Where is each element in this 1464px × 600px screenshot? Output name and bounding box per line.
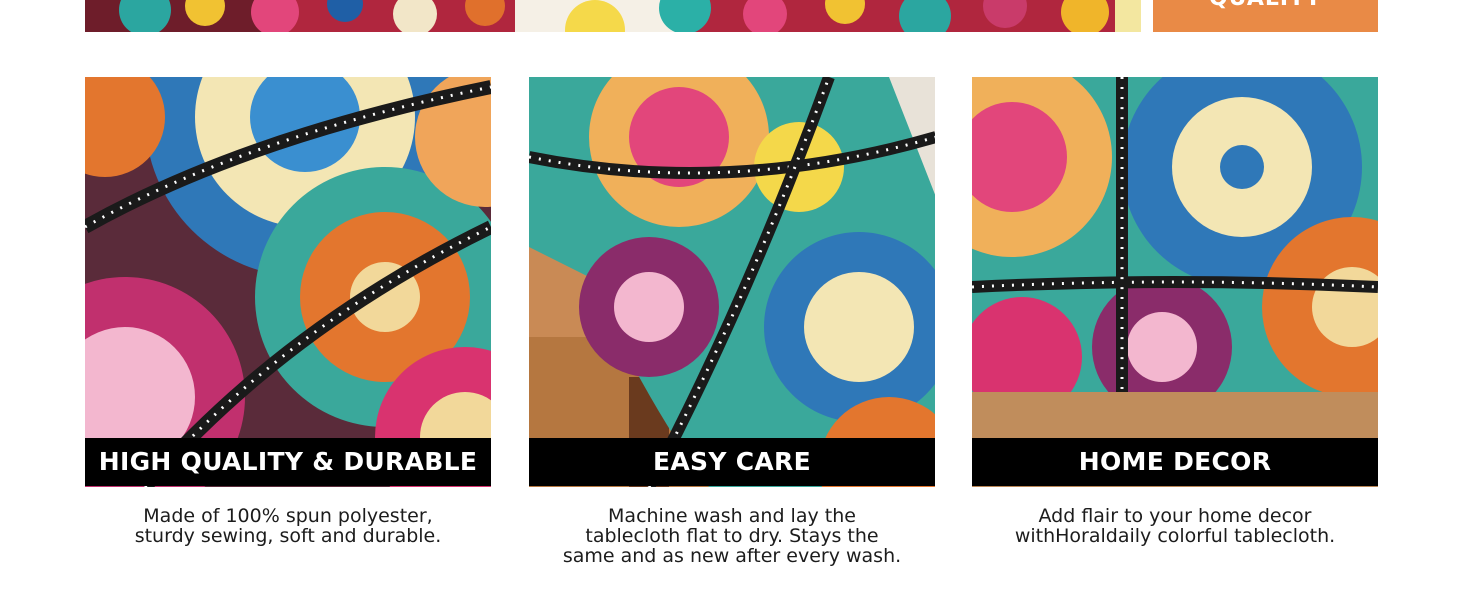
mandala-fabric-image xyxy=(85,77,491,487)
top-banner-image xyxy=(85,0,1141,32)
feature-description: Machine wash and lay the tablecloth flat… xyxy=(562,505,902,567)
feature-card-quality: HIGH QUALITY & DURABLE xyxy=(85,77,491,487)
tablecloth-closeup-image xyxy=(972,77,1378,487)
quality-badge: QUALITY xyxy=(1153,0,1378,32)
quality-badge-label: QUALITY xyxy=(1153,0,1378,11)
tablecloth-on-table-image xyxy=(529,77,935,487)
feature-description: Made of 100% spun polyester, sturdy sewi… xyxy=(134,505,442,547)
feature-title: HIGH QUALITY & DURABLE xyxy=(85,438,491,486)
feature-title: EASY CARE xyxy=(529,438,935,486)
feature-card-easy-care: EASY CARE xyxy=(529,77,935,487)
feature-description: Add flair to your home decor withHoralda… xyxy=(1014,505,1336,547)
feature-card-home-decor: HOME DECOR xyxy=(972,77,1378,487)
feature-title: HOME DECOR xyxy=(972,438,1378,486)
